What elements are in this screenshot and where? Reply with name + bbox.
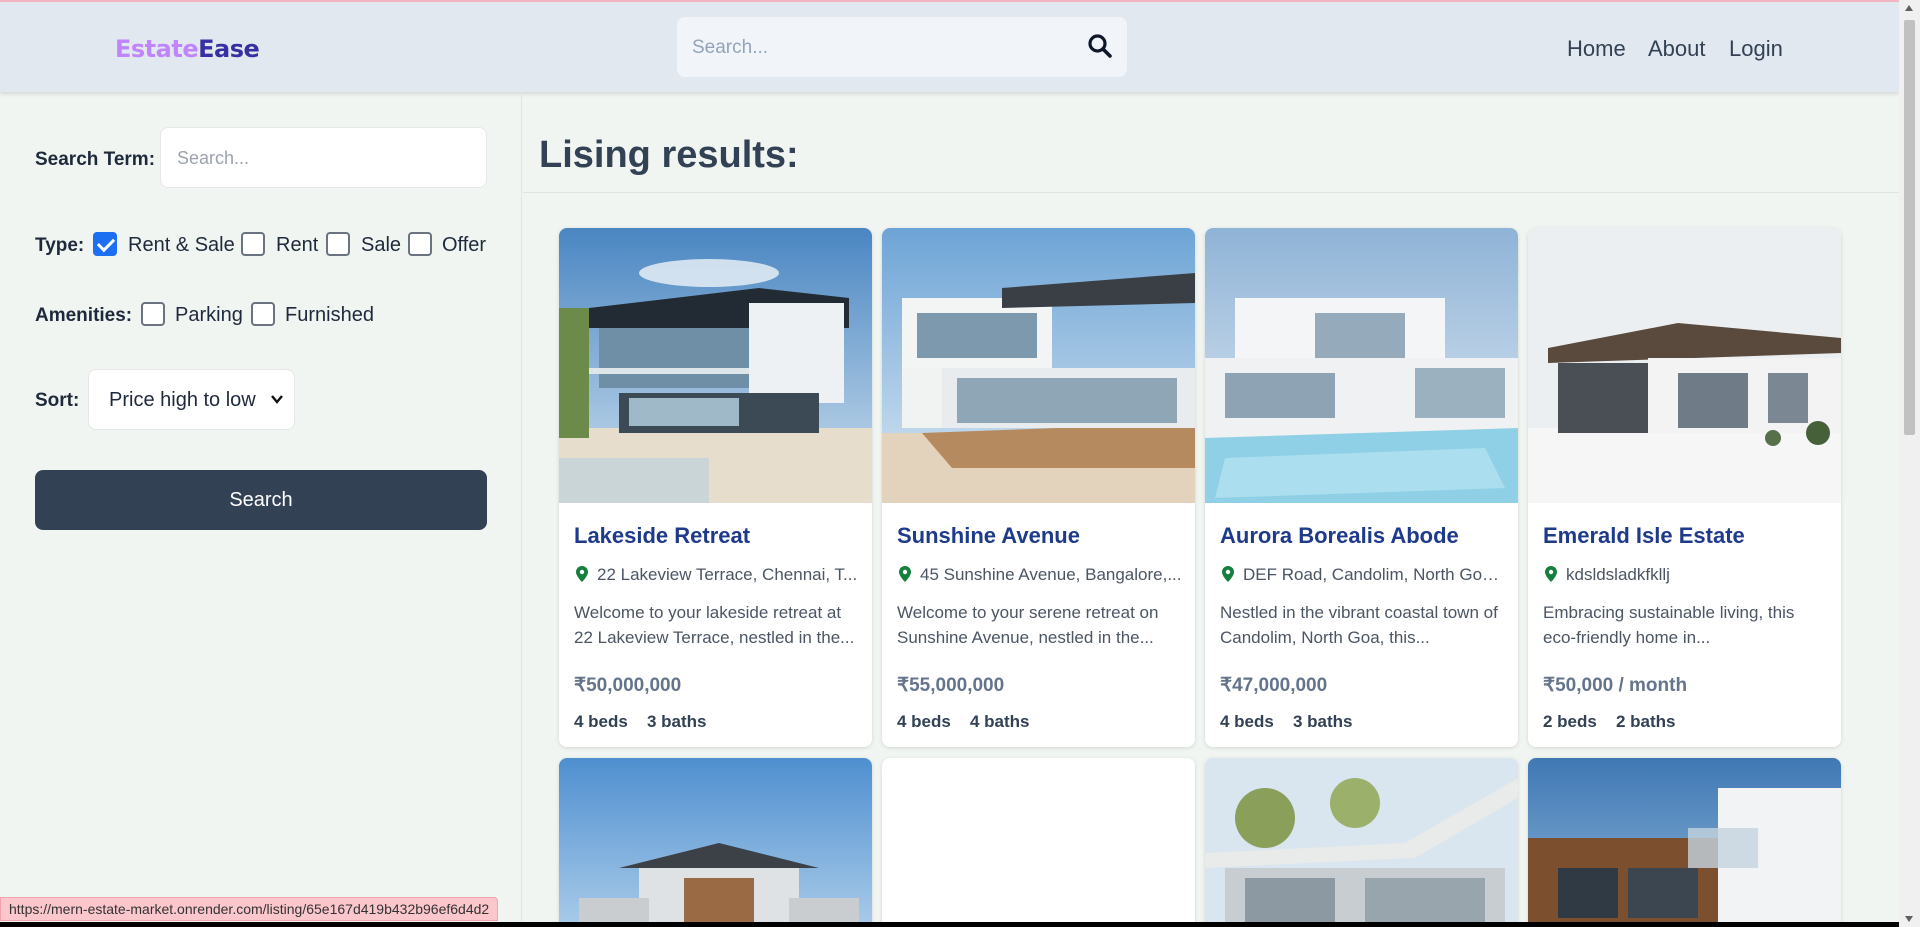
listing-baths: 3 baths [1293,712,1353,731]
listing-beds: 4 beds [1220,712,1274,731]
listing-card[interactable]: Aurora Borealis Abode DEF Road, Candolim… [1205,228,1518,747]
listing-image[interactable] [1528,758,1841,927]
listing-price: ₹50,000 / month [1543,675,1688,696]
listing-card[interactable]: Lakeside Retreat 22 Lakeview Terrace, Ch… [559,228,872,747]
listing-title: Aurora Borealis Abode [1220,523,1459,548]
scrollbar-thumb[interactable] [1904,20,1915,435]
location-pin-icon [1222,566,1234,582]
listing-title: Sunshine Avenue [897,523,1080,548]
listing-address: kdsldsladkfkllj [1566,565,1670,584]
parking-label: Parking [175,304,243,326]
nav-about-link[interactable]: About [1648,36,1706,62]
listing-baths: 2 baths [1616,712,1676,731]
listing-card[interactable] [882,758,1195,927]
page-title: Lising results: [539,134,799,176]
filter-sidebar: Search Term: Search... Type: Rent & Sale… [0,92,522,927]
type-rent-sale-label: Rent & Sale [128,234,235,256]
listing-image[interactable] [1205,758,1518,927]
sort-select[interactable]: Price high to low [88,369,295,430]
search-term-label: Search Term: [35,149,156,170]
chevron-down-icon [271,395,283,404]
type-rent-checkbox[interactable] [241,232,265,256]
location-pin-icon [899,566,911,582]
listing-results-area: Lising results: Lakeside Retreat 22 Lake… [523,92,1899,927]
listing-beds: 4 beds [574,712,628,731]
listing-image[interactable] [559,228,872,503]
listing-beds: 2 beds [1543,712,1597,731]
type-sale-checkbox[interactable] [326,232,350,256]
taskbar-edge [0,922,1899,927]
page-scrollbar[interactable] [1899,0,1920,927]
listing-price: ₹47,000,000 [1220,675,1328,696]
listing-beds: 4 beds [897,712,951,731]
parking-checkbox[interactable] [141,302,165,326]
search-icon[interactable] [1087,33,1113,59]
type-rent-sale-checkbox[interactable] [93,232,117,256]
location-pin-icon [576,566,588,582]
furnished-checkbox[interactable] [251,302,275,326]
top-header: EstateEase Search... Home About Login [0,2,1899,92]
listing-card[interactable] [1528,758,1841,927]
nav-home-link[interactable]: Home [1567,36,1626,62]
listing-baths: 3 baths [647,712,707,731]
sort-label: Sort: [35,390,80,411]
listing-address: DEF Road, Candolim, North Goa... [1243,565,1505,584]
listing-image[interactable] [882,228,1195,503]
listing-description: Welcome to your lakeside retreat at 22 L… [574,603,855,647]
listing-description: Welcome to your serene retreat on Sunshi… [897,603,1159,647]
header-search-placeholder: Search... [692,37,769,58]
type-offer-label: Offer [442,234,487,256]
amenities-label: Amenities: [35,305,133,326]
scroll-down-arrow-icon[interactable] [1905,916,1913,922]
listing-card[interactable]: Sunshine Avenue 45 Sunshine Avenue, Bang… [882,228,1195,747]
search-term-input[interactable]: Search... [160,127,487,188]
furnished-label: Furnished [285,304,374,326]
type-label: Type: [35,235,85,256]
listing-title: Emerald Isle Estate [1543,523,1745,548]
listing-card[interactable] [1205,758,1518,927]
nav-login-link[interactable]: Login [1729,36,1783,62]
listing-address: 45 Sunshine Avenue, Bangalore,... [920,565,1182,584]
logo[interactable]: EstateEase [115,35,260,63]
listing-description: Embracing sustainable living, this eco-f… [1543,603,1795,647]
listing-image[interactable] [559,758,872,927]
sort-select-value: Price high to low [109,389,256,411]
scroll-up-arrow-icon[interactable] [1905,5,1913,11]
location-pin-icon [1545,566,1557,582]
listing-address: 22 Lakeview Terrace, Chennai, T... [597,565,858,584]
type-sale-label: Sale [361,234,402,256]
search-button[interactable]: Search [35,470,487,530]
listing-price: ₹55,000,000 [897,675,1005,696]
listing-card[interactable]: Emerald Isle Estate kdsldsladkfkllj Embr… [1528,228,1841,747]
type-rent-label: Rent [276,234,319,256]
listing-price: ₹50,000,000 [574,675,682,696]
search-term-placeholder: Search... [177,148,250,168]
title-divider [523,192,1899,193]
link-status-bar: https://mern-estate-market.onrender.com/… [0,897,499,921]
listing-baths: 4 baths [970,712,1030,731]
listing-card[interactable] [559,758,872,927]
listing-image[interactable] [1205,228,1518,503]
listing-image[interactable] [1528,228,1841,503]
listing-description: Nestled in the vibrant coastal town of C… [1220,603,1498,647]
type-offer-checkbox[interactable] [408,232,432,256]
header-search-input[interactable]: Search... [677,17,1127,77]
listing-title: Lakeside Retreat [574,523,751,548]
